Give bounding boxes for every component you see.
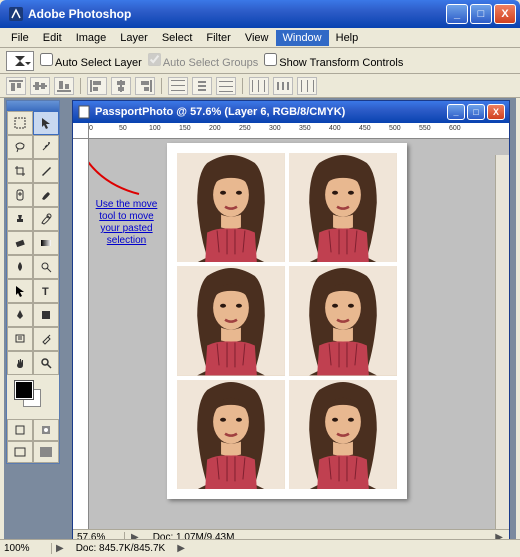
- lasso-tool[interactable]: [7, 135, 33, 159]
- document-title: PassportPhoto @ 57.6% (Layer 6, RGB/8/CM…: [95, 106, 447, 118]
- dist-top-icon[interactable]: [168, 77, 188, 95]
- slice-tool[interactable]: [33, 159, 59, 183]
- vertical-ruler: [73, 123, 89, 529]
- passport-photo: [177, 153, 285, 262]
- annotation-arrow: [89, 139, 159, 199]
- page: [167, 143, 407, 499]
- crop-tool[interactable]: [7, 159, 33, 183]
- menu-file[interactable]: File: [4, 30, 36, 46]
- passport-photo: [289, 380, 397, 489]
- align-top-icon[interactable]: [6, 77, 26, 95]
- minimize-button[interactable]: _: [446, 4, 468, 24]
- statusbar-menu-icon[interactable]: ▶: [173, 543, 189, 554]
- app-titlebar: Adobe Photoshop _ □ X: [0, 0, 520, 28]
- doc-close-button[interactable]: X: [487, 104, 505, 120]
- maximize-button[interactable]: □: [470, 4, 492, 24]
- toolbox: T: [6, 100, 60, 464]
- workspace: T PassportPhoto @ 57.6% (Layer 6, RGB/8/…: [4, 98, 516, 553]
- align-hcenter-icon[interactable]: [111, 77, 131, 95]
- doc-minimize-button[interactable]: _: [447, 104, 465, 120]
- hand-tool[interactable]: [7, 351, 33, 375]
- passport-photo: [177, 380, 285, 489]
- vertical-scrollbar[interactable]: [495, 155, 509, 529]
- options-bar: Auto Select Layer Auto Select Groups Sho…: [0, 48, 520, 74]
- align-bottom-icon[interactable]: [54, 77, 74, 95]
- menu-layer[interactable]: Layer: [113, 30, 155, 46]
- marquee-tool[interactable]: [7, 111, 33, 135]
- dist-right-icon[interactable]: [297, 77, 317, 95]
- app-zoom[interactable]: 100%: [0, 543, 52, 554]
- dist-hcenter-icon[interactable]: [273, 77, 293, 95]
- app-title: Adobe Photoshop: [28, 7, 446, 21]
- menu-image[interactable]: Image: [69, 30, 114, 46]
- app-statusbar: 100% ▶ Doc: 845.7K/845.7K ▶: [0, 539, 520, 557]
- dist-vcenter-icon[interactable]: [192, 77, 212, 95]
- app-doc-info: Doc: 845.7K/845.7K: [68, 543, 174, 554]
- standard-mode-icon[interactable]: [7, 419, 33, 441]
- screen-standard-icon[interactable]: [7, 441, 33, 463]
- passport-photo: [177, 266, 285, 375]
- svg-text:T: T: [42, 286, 49, 298]
- app-icon: [8, 6, 24, 22]
- statusbar-menu-icon[interactable]: ▶: [52, 543, 68, 554]
- tool-preset-picker[interactable]: [6, 51, 34, 71]
- menu-help[interactable]: Help: [329, 30, 366, 46]
- passport-photo: [289, 153, 397, 262]
- blur-tool[interactable]: [7, 255, 33, 279]
- dodge-tool[interactable]: [33, 255, 59, 279]
- eraser-tool[interactable]: [7, 231, 33, 255]
- foreground-color[interactable]: [15, 381, 33, 399]
- move-tool[interactable]: [33, 111, 59, 135]
- horizontal-ruler: 0 50 100 150 200 250 300 350 400 450 500…: [89, 123, 509, 139]
- document-titlebar[interactable]: PassportPhoto @ 57.6% (Layer 6, RGB/8/CM…: [73, 101, 509, 123]
- menu-filter[interactable]: Filter: [199, 30, 237, 46]
- auto-select-groups-option: Auto Select Groups: [148, 53, 258, 69]
- doc-maximize-button[interactable]: □: [467, 104, 485, 120]
- gradient-tool[interactable]: [33, 231, 59, 255]
- screen-full-menubar-icon[interactable]: [33, 441, 59, 463]
- dist-bottom-icon[interactable]: [216, 77, 236, 95]
- menu-view[interactable]: View: [238, 30, 276, 46]
- auto-select-layer-option[interactable]: Auto Select Layer: [40, 53, 142, 69]
- document-window: PassportPhoto @ 57.6% (Layer 6, RGB/8/CM…: [72, 100, 510, 546]
- menu-window[interactable]: Window: [276, 30, 329, 46]
- pen-tool[interactable]: [7, 303, 33, 327]
- options-align-bar: [0, 74, 520, 98]
- align-vcenter-icon[interactable]: [30, 77, 50, 95]
- zoom-tool[interactable]: [33, 351, 59, 375]
- path-select-tool[interactable]: [7, 279, 33, 303]
- type-tool[interactable]: T: [33, 279, 59, 303]
- eyedrop-tool[interactable]: [33, 327, 59, 351]
- passport-photo: [289, 266, 397, 375]
- menu-select[interactable]: Select: [155, 30, 200, 46]
- close-button[interactable]: X: [494, 4, 516, 24]
- notes-tool[interactable]: [7, 327, 33, 351]
- stamp-tool[interactable]: [7, 207, 33, 231]
- align-left-icon[interactable]: [87, 77, 107, 95]
- dist-left-icon[interactable]: [249, 77, 269, 95]
- align-right-icon[interactable]: [135, 77, 155, 95]
- wand-tool[interactable]: [33, 135, 59, 159]
- shape-tool[interactable]: [33, 303, 59, 327]
- document-icon: [77, 105, 91, 119]
- color-swatches[interactable]: [11, 379, 55, 415]
- show-transform-option[interactable]: Show Transform Controls: [264, 53, 403, 69]
- brush-tool[interactable]: [33, 183, 59, 207]
- menu-edit[interactable]: Edit: [36, 30, 69, 46]
- annotation-text: Use the move tool to move your pasted se…: [89, 199, 164, 247]
- heal-tool[interactable]: [7, 183, 33, 207]
- menu-bar: File Edit Image Layer Select Filter View…: [0, 28, 520, 48]
- canvas[interactable]: Use the move tool to move your pasted se…: [89, 139, 509, 529]
- toolbox-titlebar[interactable]: [7, 101, 59, 111]
- quickmask-mode-icon[interactable]: [33, 419, 59, 441]
- history-brush-tool[interactable]: [33, 207, 59, 231]
